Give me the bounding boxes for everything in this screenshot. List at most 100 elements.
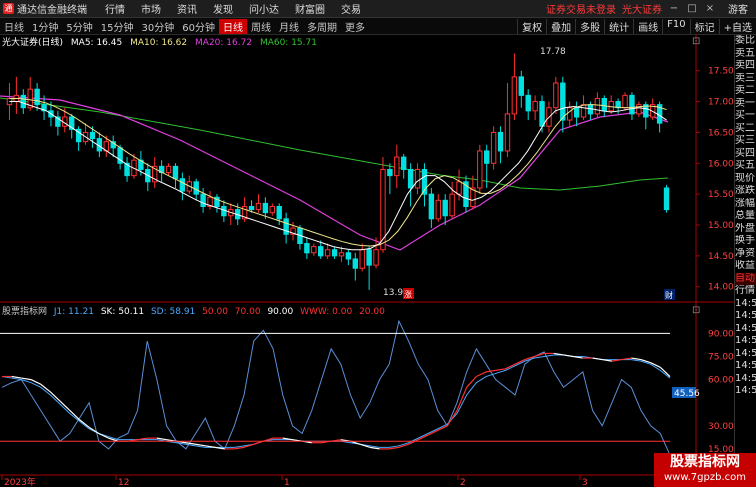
sd-line bbox=[1, 354, 671, 448]
candle-down bbox=[518, 76, 524, 96]
candle-up bbox=[311, 246, 317, 254]
side-panel-item: 外盘 bbox=[735, 222, 755, 234]
www-label: WWW: 0.00 bbox=[300, 307, 353, 317]
date-tick-label: 3 bbox=[582, 478, 588, 487]
price-tick-label: 16.00 bbox=[708, 159, 734, 169]
candle-down bbox=[539, 101, 545, 127]
chart-settings-icon[interactable]: ⊡ bbox=[692, 36, 700, 47]
candle-down bbox=[442, 199, 448, 217]
indicator-name[interactable]: 股票指标网 bbox=[2, 307, 47, 317]
candle-down bbox=[276, 205, 282, 220]
price-axis: 17.50 17.00 16.50 16.00 15.50 15.00 14.50 14.00 bbox=[695, 34, 734, 475]
side-panel-item: 卖二 bbox=[735, 85, 755, 96]
candle-down bbox=[629, 94, 635, 115]
side-panel-item: 总量 bbox=[735, 210, 755, 221]
level-70-label: 70.00 bbox=[234, 307, 261, 317]
candle-up bbox=[165, 165, 172, 174]
price-tick-label: 14.50 bbox=[708, 252, 734, 262]
candle-down bbox=[193, 181, 199, 195]
candles-group bbox=[6, 53, 670, 290]
candle-up bbox=[636, 104, 642, 115]
watermark-logo: 股票指标网 www.7gpzb.com bbox=[654, 453, 756, 487]
candle-down bbox=[172, 165, 179, 180]
price-tick-label: 14.00 bbox=[708, 283, 734, 293]
candle-down bbox=[560, 82, 566, 121]
candle-down bbox=[262, 202, 269, 214]
side-panel-item[interactable]: 行情 bbox=[735, 285, 756, 298]
price-tick-label: 15.00 bbox=[708, 221, 734, 231]
candle-down bbox=[366, 249, 372, 266]
side-panel-item: 卖三 bbox=[735, 72, 755, 84]
candle-down bbox=[525, 94, 531, 112]
side-panel-item: 委比 bbox=[735, 35, 755, 46]
side-panel-item[interactable]: 14:5 bbox=[735, 385, 756, 398]
side-panel-item[interactable]: 14:5 bbox=[735, 298, 756, 311]
side-panel-item[interactable]: 14:5 bbox=[735, 360, 756, 373]
side-panel-item: 买五 bbox=[735, 160, 755, 171]
level-50-label: 50.00 bbox=[202, 307, 228, 317]
sk-segment bbox=[88, 426, 100, 435]
candle-down bbox=[663, 187, 670, 211]
candle-up bbox=[338, 252, 345, 257]
indicator-tick-label: 60.00 bbox=[708, 376, 734, 386]
sk-segment bbox=[592, 357, 603, 361]
candle-up bbox=[324, 249, 331, 257]
sk-label: SK: 50.11 bbox=[100, 307, 145, 317]
side-panel-item: 买三 bbox=[735, 135, 755, 146]
candle-down bbox=[248, 205, 255, 211]
candle-down bbox=[179, 178, 186, 192]
quote-side-panel: 委比 卖五 卖四 卖三 卖二 卖一 买一 买二 买三 买四 买五 现价 涨跌 涨幅 总量 外盘 换手 净资 收益 自动… bbox=[734, 35, 756, 487]
level-20-label: 20.00 bbox=[359, 307, 385, 317]
candle-down bbox=[497, 131, 504, 152]
candle-up bbox=[511, 76, 518, 115]
price-tick-label: 15.50 bbox=[708, 190, 734, 200]
side-panel-item[interactable]: 14:5 bbox=[735, 335, 756, 348]
side-panel-item: 涨跌 bbox=[735, 185, 755, 196]
side-panel-item[interactable]: 自动 bbox=[735, 272, 756, 285]
candle-up bbox=[532, 101, 538, 112]
price-tick-label: 17.50 bbox=[708, 67, 734, 77]
side-panel-item: 换手 bbox=[735, 235, 755, 246]
candle-down bbox=[331, 249, 338, 257]
side-panel-item: 买一 bbox=[735, 110, 755, 121]
sk-segment bbox=[446, 410, 458, 427]
indicator-tick-label: 90.00 bbox=[708, 329, 734, 339]
side-panel-item[interactable]: 14:5 bbox=[735, 310, 756, 323]
candle-up bbox=[269, 205, 275, 214]
side-panel-item: 净资 bbox=[735, 247, 755, 259]
side-panel-item: 卖一 bbox=[735, 97, 755, 109]
sd-label: SD: 58.91 bbox=[150, 307, 196, 317]
indicator-current-value: 45.56 bbox=[674, 389, 700, 399]
candle-up bbox=[553, 82, 559, 109]
candle-up bbox=[394, 156, 400, 177]
candle-down bbox=[428, 193, 435, 220]
side-panel-item[interactable]: 14:5 bbox=[735, 348, 756, 361]
side-panel-item: 买四 bbox=[735, 147, 755, 159]
candle-down bbox=[345, 252, 352, 260]
candle-down bbox=[34, 88, 40, 106]
candle-up bbox=[594, 97, 601, 115]
candle-down bbox=[352, 258, 358, 269]
sk-segment bbox=[485, 369, 496, 373]
kline-chart[interactable]: 17.78 13.95 涨 财 2023年 12 1 2 3 17.5017.0016.… bbox=[0, 0, 734, 487]
sk-segment bbox=[476, 371, 487, 378]
side-panel-item[interactable]: 14:5 bbox=[735, 323, 756, 336]
candle-up bbox=[449, 193, 455, 217]
indicator-tick-label: 75.00 bbox=[708, 353, 734, 363]
side-panel-item[interactable]: 14:5 bbox=[735, 373, 756, 386]
side-panel-item: 卖五 bbox=[735, 47, 755, 59]
side-panel-item: 收益 bbox=[735, 260, 755, 271]
indicator-axis: 90.0075.0060.0030.0015.00 bbox=[708, 329, 734, 455]
sk-segment bbox=[563, 354, 574, 358]
candle-down bbox=[601, 97, 607, 112]
indicator-settings-icon[interactable]: ⊡ bbox=[692, 305, 700, 316]
candle-down bbox=[304, 243, 310, 254]
side-panel-item: 涨幅 bbox=[735, 197, 755, 209]
candle-up bbox=[359, 249, 365, 269]
candle-up bbox=[567, 107, 573, 121]
candle-down bbox=[407, 168, 414, 189]
date-tick-label: 2 bbox=[460, 478, 466, 487]
up-tag: 涨 bbox=[404, 289, 412, 299]
candle-down bbox=[20, 94, 26, 109]
candle-up bbox=[490, 131, 497, 164]
